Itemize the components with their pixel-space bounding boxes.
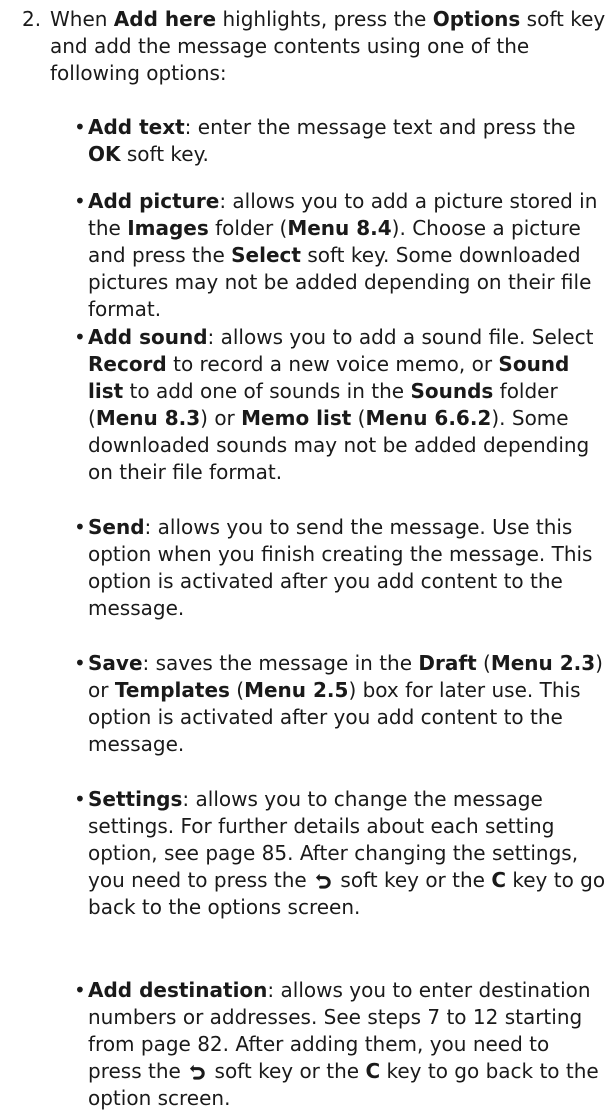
step-number: 2.	[22, 7, 42, 31]
bullet: •	[74, 515, 86, 539]
step-instruction: When Add here highlights, press the Opti…	[50, 7, 606, 85]
option-name: Add destination	[88, 978, 268, 1002]
option-add-destination: • Add destination: allows you to enter d…	[74, 978, 599, 1110]
bullet: •	[74, 787, 86, 811]
option-send: • Send: allows you to send the message. …	[74, 515, 593, 620]
bullet: •	[74, 651, 86, 675]
option-add-sound: • Add sound: allows you to add a sound f…	[74, 325, 594, 484]
bullet: •	[74, 978, 86, 1002]
option-name: Add sound	[88, 325, 208, 349]
option-add-picture: • Add picture: allows you to add a pictu…	[74, 189, 598, 321]
manual-page: 2. When Add here highlights, press the O…	[0, 0, 612, 1118]
option-add-text: • Add text: enter the message text and p…	[74, 115, 576, 166]
option-save: • Save: saves the message in the Draft (…	[74, 651, 603, 756]
option-name: Add text	[88, 115, 185, 139]
bullet: •	[74, 325, 86, 349]
add-here-term: Add here	[113, 7, 217, 31]
back-arrow-icon	[315, 873, 331, 889]
option-name: Add picture	[88, 189, 220, 213]
step-2: 2. When Add here highlights, press the O…	[22, 6, 607, 87]
bullet: •	[74, 115, 86, 139]
options-key-term: Options	[432, 7, 521, 31]
option-name: Save	[88, 651, 143, 675]
bullet: •	[74, 189, 86, 213]
option-name: Settings	[88, 787, 183, 811]
option-settings: • Settings: allows you to change the mes…	[74, 787, 606, 919]
option-name: Send	[88, 515, 145, 539]
back-arrow-icon	[190, 1064, 205, 1080]
